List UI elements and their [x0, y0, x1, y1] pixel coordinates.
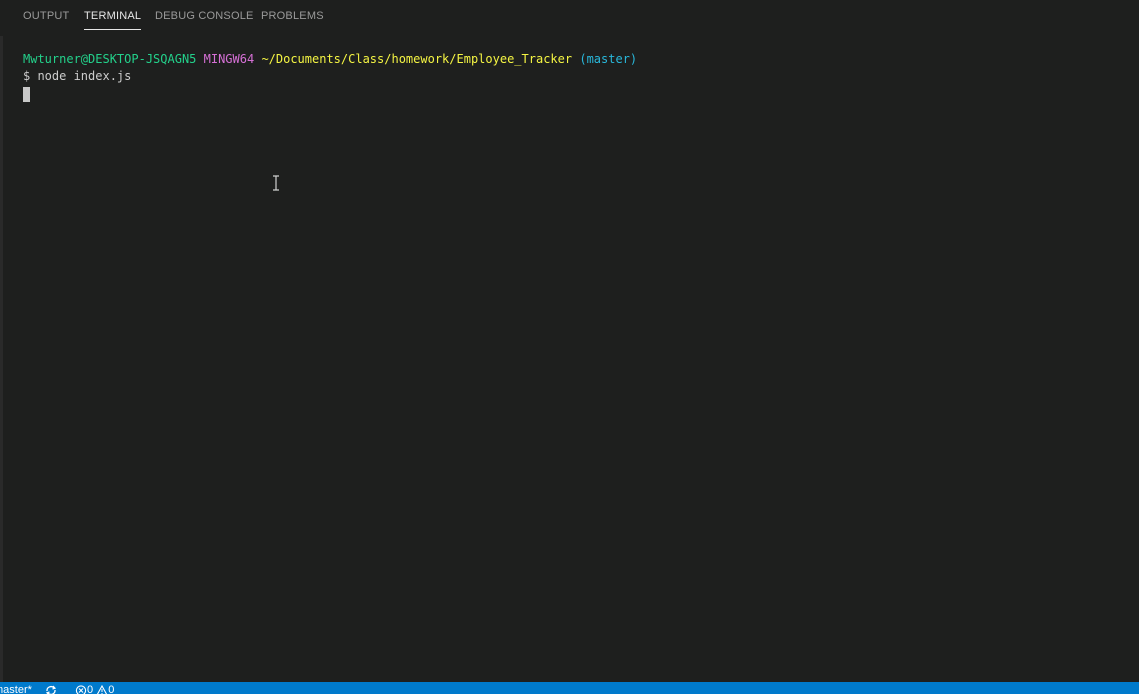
prompt-system: MINGW64	[203, 52, 255, 66]
sync-icon[interactable]	[44, 685, 58, 694]
status-branch[interactable]: master*	[0, 685, 32, 694]
terminal-cursor	[23, 86, 30, 102]
tab-problems[interactable]: PROBLEMS	[261, 10, 324, 22]
text-cursor-icon	[273, 175, 279, 191]
status-bar: master* 0 0	[0, 682, 1139, 694]
prompt-user-host: Mwturner@DESKTOP-JSQAGN5	[23, 52, 197, 66]
tab-terminal[interactable]: TERMINAL	[84, 10, 142, 30]
panel-tab-bar: OUTPUT TERMINAL DEBUG CONSOLE PROBLEMS	[0, 0, 1139, 36]
left-edge-border	[0, 0, 3, 682]
prompt-line: Mwturner@DESKTOP-JSQAGN5 MINGW64 ~/Docum…	[23, 51, 1133, 68]
tab-debug-console[interactable]: DEBUG CONSOLE	[155, 10, 254, 22]
input-line[interactable]	[23, 85, 1133, 102]
warning-icon	[97, 684, 108, 694]
warning-count: 0	[108, 684, 115, 694]
prompt-branch: (master)	[579, 52, 638, 66]
tab-output[interactable]: OUTPUT	[23, 10, 69, 22]
error-icon	[75, 685, 87, 694]
status-problems[interactable]: 0 0	[75, 685, 114, 694]
command-line: $ node index.js	[23, 69, 132, 83]
terminal-output[interactable]: Mwturner@DESKTOP-JSQAGN5 MINGW64 ~/Docum…	[23, 51, 1133, 671]
error-count: 0	[87, 684, 94, 694]
prompt-path: ~/Documents/Class/homework/Employee_Trac…	[261, 52, 573, 66]
